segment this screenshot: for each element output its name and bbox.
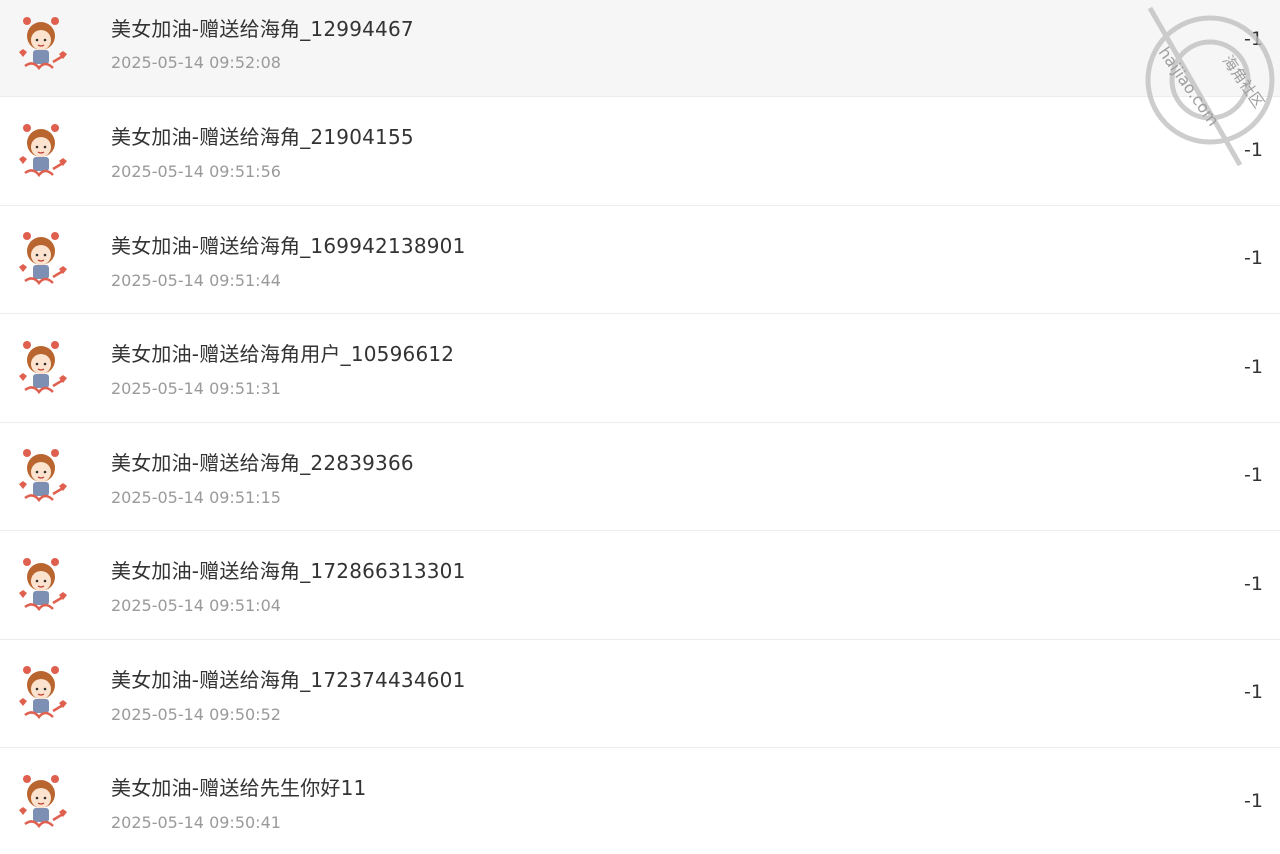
cheer-girl-avatar-icon (19, 123, 67, 177)
list-item[interactable]: 美女加油-赠送给海角_169942138901 2025-05-14 09:51… (0, 205, 1280, 314)
record-timestamp: 2025-05-14 09:52:08 (111, 53, 281, 72)
record-title: 美女加油-赠送给先生你好11 (111, 776, 367, 800)
record-amount: -1 (1244, 247, 1263, 270)
cheer-girl-avatar-icon (19, 557, 67, 611)
record-title: 美女加油-赠送给海角_21904155 (111, 125, 414, 149)
cheer-girl-avatar-icon (19, 774, 67, 828)
record-timestamp: 2025-05-14 09:51:04 (111, 596, 281, 615)
record-title: 美女加油-赠送给海角_22839366 (111, 450, 414, 475)
record-amount: -1 (1244, 681, 1263, 704)
record-title: 美女加油-赠送给海角_12994467 (111, 17, 414, 41)
record-timestamp: 2025-05-14 09:51:31 (111, 379, 281, 398)
record-amount: -1 (1244, 355, 1263, 378)
record-title: 美女加油-赠送给海角_172374434601 (111, 667, 466, 692)
list-item[interactable]: 美女加油-赠送给海角_22839366 2025-05-14 09:51:15 … (0, 422, 1280, 531)
record-timestamp: 2025-05-14 09:51:56 (111, 162, 281, 181)
record-title: 美女加油-赠送给海角_172866313301 (111, 559, 466, 583)
record-timestamp: 2025-05-14 09:50:41 (111, 813, 281, 832)
record-timestamp: 2025-05-14 09:50:52 (111, 704, 281, 724)
record-title: 美女加油-赠送给海角_169942138901 (111, 233, 466, 258)
cheer-girl-avatar-icon (19, 666, 67, 720)
list-item[interactable]: 美女加油-赠送给海角_172866313301 2025-05-14 09:51… (0, 531, 1280, 640)
record-timestamp: 2025-05-14 09:51:44 (111, 270, 281, 290)
list-item[interactable]: 美女加油-赠送给海角_172374434601 2025-05-14 09:50… (0, 639, 1280, 748)
cheer-girl-avatar-icon (19, 17, 67, 71)
record-timestamp: 2025-05-14 09:51:15 (111, 487, 281, 507)
record-amount: -1 (1244, 28, 1263, 50)
cheer-girl-avatar-icon (19, 449, 67, 503)
gift-record-list: 美女加油-赠送给海角_12994467 2025-05-14 09:52:08 … (0, 0, 1280, 854)
record-amount: -1 (1244, 464, 1263, 487)
record-amount: -1 (1244, 572, 1263, 595)
list-item[interactable]: 美女加油-赠送给海角_12994467 2025-05-14 09:52:08 … (0, 0, 1280, 97)
cheer-girl-avatar-icon (19, 232, 67, 286)
list-item[interactable]: 美女加油-赠送给先生你好11 2025-05-14 09:50:41 -1 (0, 748, 1280, 854)
list-item[interactable]: 美女加油-赠送给海角用户_10596612 2025-05-14 09:51:3… (0, 314, 1280, 423)
record-amount: -1 (1244, 789, 1263, 812)
record-title: 美女加油-赠送给海角用户_10596612 (111, 342, 455, 366)
cheer-girl-avatar-icon (19, 340, 67, 394)
record-amount: -1 (1244, 138, 1263, 161)
gift-record-page: 美女加油-赠送给海角_12994467 2025-05-14 09:52:08 … (0, 0, 1280, 854)
list-item[interactable]: 美女加油-赠送给海角_21904155 2025-05-14 09:51:56 … (0, 97, 1280, 206)
